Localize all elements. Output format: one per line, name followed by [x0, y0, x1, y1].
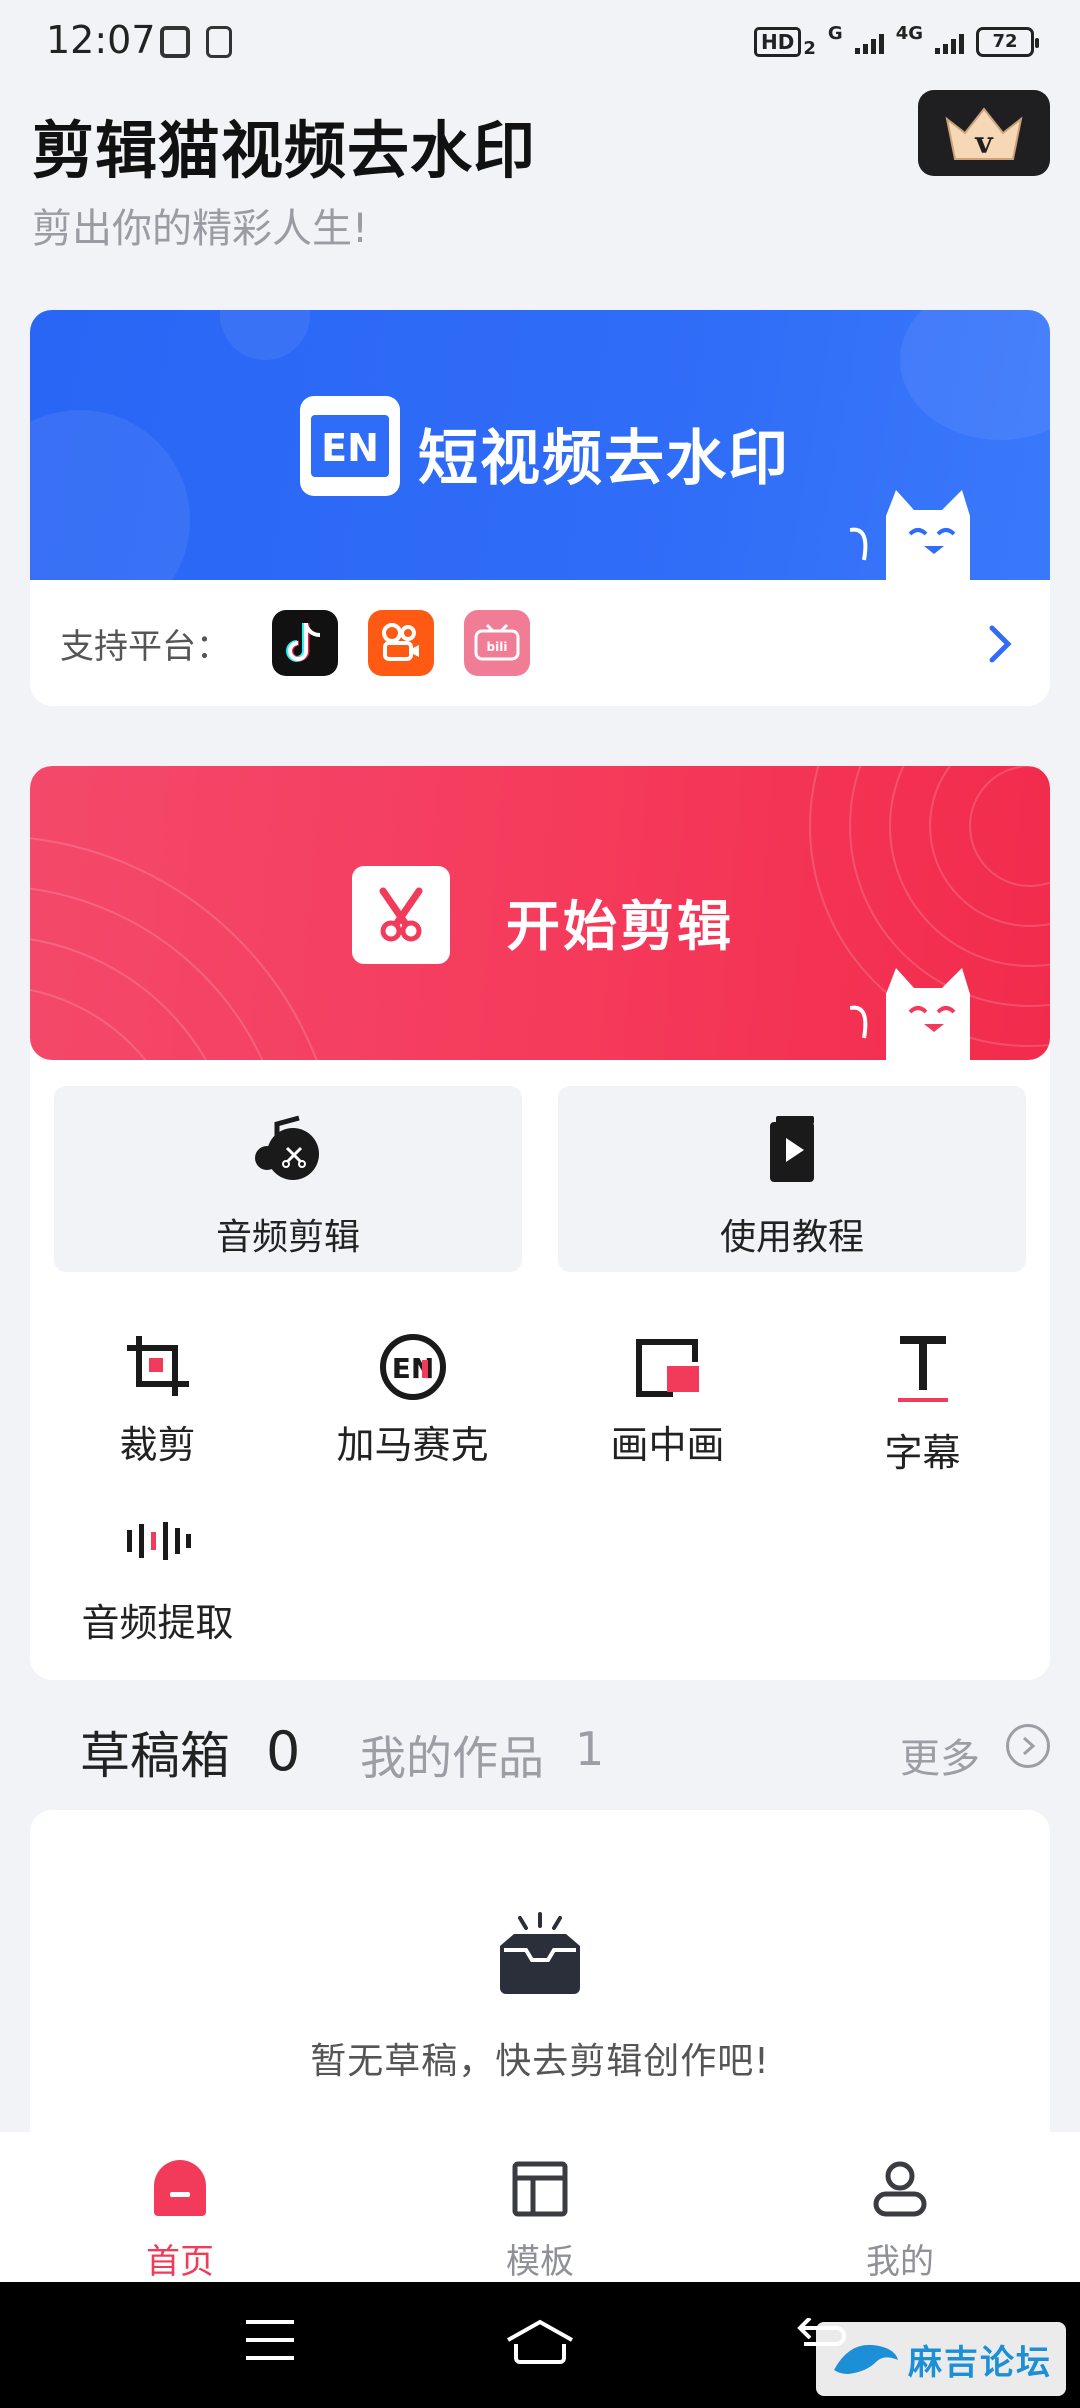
tool-audio-extract-label: 音频提取: [81, 1601, 234, 1645]
profile-icon: [873, 2161, 927, 2217]
empty-inbox-icon: [500, 1912, 580, 1994]
forum-watermark-text: 麻吉论坛: [908, 2342, 1052, 2383]
forum-watermark: 麻吉论坛: [816, 2322, 1066, 2396]
vip-button[interactable]: v: [918, 90, 1050, 176]
tool-crop[interactable]: 裁剪: [30, 1332, 285, 1482]
signal-strength-icon-2: [935, 30, 964, 54]
nav-templates[interactable]: 模板: [460, 2160, 620, 2282]
audio-edit-label: 音频剪辑: [215, 1217, 360, 1258]
start-edit-title: 开始剪辑: [506, 895, 734, 958]
cat-mascot-icon: [850, 968, 970, 1060]
drafts-count: 0: [266, 1720, 301, 1783]
platforms-label: 支持平台：: [60, 626, 230, 667]
hd-sub: 2: [803, 38, 816, 59]
chevron-right-circle-icon[interactable]: [1006, 1724, 1050, 1768]
template-icon: [512, 2161, 568, 2217]
tool-subtitle[interactable]: 字幕: [795, 1332, 1050, 1482]
works-count: 1: [575, 1722, 605, 1776]
audio-extract-icon: [126, 1522, 191, 1560]
tool-picture-in-picture[interactable]: 画中画: [540, 1332, 795, 1482]
picture-in-picture-icon: [635, 1339, 699, 1397]
tool-audio-extract[interactable]: 音频提取: [30, 1512, 285, 1662]
watermark-title: 短视频去水印: [418, 424, 790, 494]
nav-home[interactable]: 首页: [100, 2160, 260, 2282]
scissors-logo-icon: [352, 866, 450, 964]
edit-tools-card: 开始剪辑 音频剪辑 使用教程 裁剪 EN 加马赛克 画中画 字幕 音频提取: [30, 766, 1050, 1680]
watermark-removal-card[interactable]: EN 短视频去水印 支持平台： bili: [30, 310, 1050, 706]
tool-crop-label: 裁剪: [119, 1423, 196, 1467]
document-icon: [206, 26, 232, 58]
status-bar: 12:07 HD 2 G 4G 72: [0, 0, 1080, 80]
platforms-row[interactable]: 支持平台： bili: [30, 580, 1050, 706]
crop-icon: [126, 1336, 189, 1396]
status-time: 12:07: [46, 18, 156, 62]
watermark-logo-text: EN: [321, 426, 379, 470]
cat-mascot-icon: [850, 490, 970, 580]
tool-mosaic-label: 加马赛克: [336, 1423, 489, 1467]
signal1-label: G: [827, 23, 843, 44]
audio-edit-icon: [255, 1115, 319, 1180]
start-edit-banner[interactable]: 开始剪辑: [30, 766, 1050, 1060]
dolphin-logo-icon: [834, 2344, 898, 2374]
status-indicators: HD 2 G 4G 72: [754, 23, 1039, 59]
drafts-empty-card: 暂无草稿，快去剪辑创作吧!: [30, 1810, 1050, 2140]
menu-icon[interactable]: [244, 2318, 296, 2362]
home-icon: [154, 2160, 206, 2216]
vip-crown-icon: v: [945, 107, 1023, 161]
chevron-right-icon[interactable]: [980, 622, 1020, 666]
tool-pip-label: 画中画: [610, 1423, 725, 1467]
system-navigation-bar: 麻吉论坛: [0, 2282, 1080, 2408]
signal2-label: 4G: [895, 23, 923, 44]
more-link[interactable]: 更多: [900, 1726, 980, 1784]
screen-record-icon: [160, 26, 190, 58]
tool-subtitle-label: 字幕: [884, 1431, 961, 1475]
watermark-logo-icon: EN: [300, 396, 400, 496]
watermark-banner[interactable]: EN 短视频去水印: [30, 310, 1050, 580]
battery-icon: 72: [976, 26, 1039, 57]
signal-strength-icon: [854, 30, 884, 54]
bottom-nav: 首页 模板 我的: [0, 2132, 1080, 2282]
drafts-tabs: 草稿箱 0 我的作品 1 更多: [0, 1712, 1080, 1792]
nav-mine-label: 我的: [866, 2242, 934, 2282]
tool-mosaic[interactable]: EN 加马赛克: [285, 1332, 540, 1482]
tab-my-works[interactable]: 我的作品: [360, 1722, 544, 1788]
app-subtitle: 剪出你的精彩人生!: [32, 206, 369, 252]
nav-templates-label: 模板: [506, 2242, 574, 2282]
app-title: 剪辑猫视频去水印: [32, 114, 537, 187]
audio-edit-tile[interactable]: 音频剪辑: [54, 1086, 522, 1272]
subtitle-icon: [897, 1336, 948, 1402]
tab-drafts[interactable]: 草稿箱: [80, 1716, 230, 1788]
kuaishou-icon: [368, 610, 434, 676]
hd-badge: HD: [754, 26, 802, 57]
nav-home-label: 首页: [146, 2242, 214, 2282]
tutorial-book-icon: [770, 1116, 814, 1182]
mosaic-icon: EN: [379, 1334, 446, 1400]
tutorial-label: 使用教程: [719, 1217, 864, 1258]
bilibili-icon: bili: [464, 610, 530, 676]
empty-drafts-text: 暂无草稿，快去剪辑创作吧!: [310, 2041, 770, 2082]
svg-text:v: v: [974, 126, 994, 161]
home-system-icon[interactable]: [504, 2318, 576, 2366]
nav-mine[interactable]: 我的: [820, 2160, 980, 2282]
tutorial-tile[interactable]: 使用教程: [558, 1086, 1026, 1272]
svg-text:bili: bili: [487, 640, 508, 654]
tiktok-icon: [272, 610, 338, 676]
